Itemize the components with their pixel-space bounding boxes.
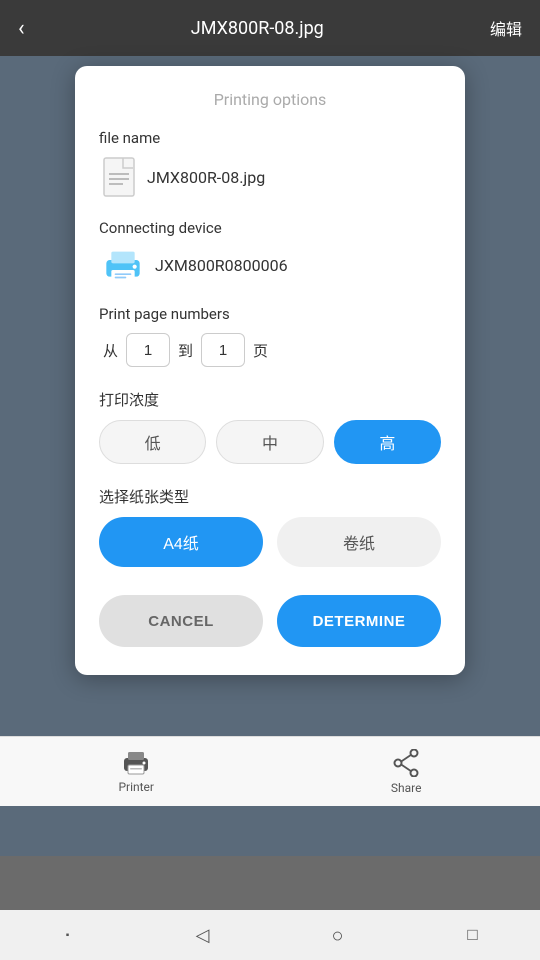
file-name-row: JMX800R-08.jpg: [99, 157, 441, 197]
paper-roll-button[interactable]: 卷纸: [277, 517, 441, 567]
dialog-title: Printing options: [99, 90, 441, 109]
printer-icon: [103, 247, 143, 283]
page-numbers-row: 从 到 页: [99, 333, 441, 367]
cancel-button[interactable]: CANCEL: [99, 595, 263, 647]
paper-type-label: 选择纸张类型: [99, 486, 441, 507]
nav-home-icon[interactable]: ○: [326, 923, 350, 947]
back-button[interactable]: ‹: [18, 16, 25, 41]
density-row: 低 中 高: [99, 420, 441, 464]
page-numbers-label: Print page numbers: [99, 305, 441, 323]
background-area: Printing options file name JMX800R-08.jp…: [0, 56, 540, 856]
device-name-value: JXM800R0800006: [155, 256, 288, 275]
page-suffix: 页: [253, 340, 268, 361]
printer-toolbar-icon: [122, 750, 150, 776]
printing-options-dialog: Printing options file name JMX800R-08.jp…: [75, 66, 465, 675]
share-toolbar-label: Share: [391, 781, 422, 795]
bottom-toolbar: Printer Share: [0, 736, 540, 806]
top-bar: ‹ JMX800R-08.jpg 编辑: [0, 0, 540, 56]
file-name-value: JMX800R-08.jpg: [147, 168, 265, 187]
nav-square-icon: ▪: [56, 923, 80, 947]
density-mid-button[interactable]: 中: [216, 420, 323, 464]
nav-bar: ▪ ◁ ○ □: [0, 910, 540, 960]
device-label: Connecting device: [99, 219, 441, 237]
share-toolbar-item[interactable]: Share: [391, 749, 422, 795]
page-from-input[interactable]: [126, 333, 170, 367]
paper-a4-button[interactable]: A4纸: [99, 517, 263, 567]
action-buttons-row: CANCEL DETERMINE: [99, 595, 441, 647]
printer-toolbar-item[interactable]: Printer: [118, 750, 154, 794]
page-to-prefix: 到: [178, 340, 193, 361]
page-title: JMX800R-08.jpg: [191, 18, 324, 39]
paper-type-row: A4纸 卷纸: [99, 517, 441, 567]
density-low-button[interactable]: 低: [99, 420, 206, 464]
nav-back-icon[interactable]: ◁: [191, 923, 215, 947]
share-toolbar-icon: [393, 749, 419, 777]
edit-button[interactable]: 编辑: [490, 16, 522, 40]
nav-recent-icon[interactable]: □: [461, 923, 485, 947]
file-name-label: file name: [99, 129, 441, 147]
density-high-button[interactable]: 高: [334, 420, 441, 464]
file-icon: [103, 157, 135, 197]
density-label: 打印浓度: [99, 389, 441, 410]
printer-toolbar-label: Printer: [118, 780, 154, 794]
page-from-prefix: 从: [103, 340, 118, 361]
device-row: JXM800R0800006: [99, 247, 441, 283]
page-to-input[interactable]: [201, 333, 245, 367]
determine-button[interactable]: DETERMINE: [277, 595, 441, 647]
